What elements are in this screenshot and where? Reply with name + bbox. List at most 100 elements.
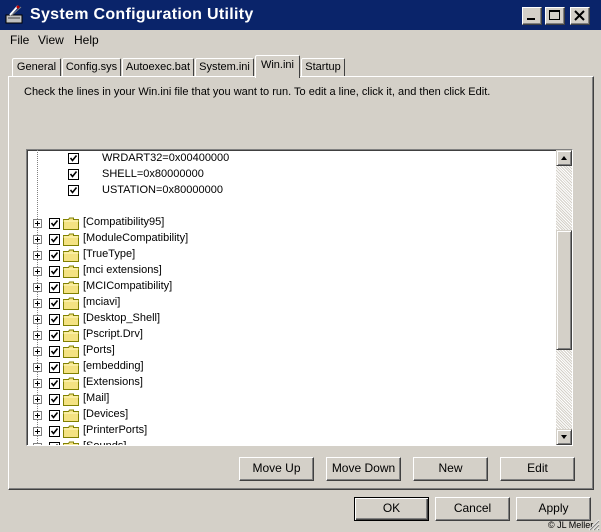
move-down-button[interactable]: Move Down [326,457,401,481]
folder-icon [63,377,79,390]
tab-general[interactable]: General [12,58,61,76]
folder-icon [63,281,79,294]
expand-button[interactable] [33,363,42,372]
plus-icon [35,269,40,274]
list-item[interactable]: [Extensions] [27,375,555,391]
resize-grip-icon[interactable] [588,519,600,531]
section-checkbox[interactable] [49,250,60,261]
section-text: [Devices] [83,408,129,420]
folder-icon [63,297,79,310]
section-text: [Sounds] [83,440,127,446]
expand-button[interactable] [33,219,42,228]
section-text: [TrueType] [83,248,136,260]
list-item[interactable]: WRDART32=0x00400000 [27,151,555,167]
section-checkbox[interactable] [49,410,60,421]
checkmark-icon [50,220,59,227]
plus-icon [35,301,40,306]
section-checkbox[interactable] [49,266,60,277]
tab-config-sys[interactable]: Config.sys [62,58,121,76]
new-button[interactable]: New [413,457,488,481]
line-checkbox[interactable] [68,169,79,180]
expand-button[interactable] [33,283,42,292]
title-bar[interactable]: System Configuration Utility [0,0,601,30]
list-item[interactable]: [Pscript.Drv] [27,327,555,343]
section-checkbox[interactable] [49,314,60,325]
list-item[interactable]: [Ports] [27,343,555,359]
list-item[interactable]: [Compatibility95] [27,215,555,231]
folder-icon [63,313,79,326]
checkmark-icon [50,412,59,419]
expand-button[interactable] [33,427,42,436]
section-checkbox[interactable] [49,394,60,405]
move-up-button[interactable]: Move Up [239,457,314,481]
line-checkbox[interactable] [68,153,79,164]
list-item[interactable]: [ModuleCompatibility] [27,231,555,247]
section-checkbox[interactable] [49,234,60,245]
menu-help[interactable]: Help [74,33,99,47]
expand-button[interactable] [33,443,42,446]
menu-view[interactable]: View [38,33,64,47]
list-item[interactable]: [Desktop_Shell] [27,311,555,327]
list-item[interactable]: [mciavi] [27,295,555,311]
section-checkbox[interactable] [49,362,60,373]
list-item[interactable]: [TrueType] [27,247,555,263]
close-button[interactable] [570,7,590,25]
expand-button[interactable] [33,411,42,420]
section-text: [mciavi] [83,296,121,308]
apply-button[interactable]: Apply [516,497,591,521]
checkmark-icon [50,284,59,291]
checkmark-icon [50,268,59,275]
list-item[interactable]: [PrinterPorts] [27,423,555,439]
expand-button[interactable] [33,315,42,324]
section-checkbox[interactable] [49,442,60,445]
tab-autoexec-bat[interactable]: Autoexec.bat [122,58,194,76]
line-checkbox[interactable] [68,185,79,196]
checkmark-icon [50,332,59,339]
folder-icon [63,393,79,406]
tab-system-ini[interactable]: System.ini [195,58,254,76]
expand-button[interactable] [33,235,42,244]
list-item[interactable]: [MCICompatibility] [27,279,555,295]
section-checkbox[interactable] [49,282,60,293]
list-item[interactable]: [Sounds] [27,439,555,446]
section-checkbox[interactable] [49,330,60,341]
cancel-button[interactable]: Cancel [435,497,510,521]
expand-button[interactable] [33,331,42,340]
win-ini-list[interactable]: WRDART32=0x00400000 SHELL=0x80000000 USTAT… [26,149,573,446]
scroll-down-button[interactable] [556,429,572,445]
section-checkbox[interactable] [49,346,60,357]
section-checkbox[interactable] [49,298,60,309]
list-item[interactable]: [mci extensions] [27,263,555,279]
section-checkbox[interactable] [49,378,60,389]
edit-button[interactable]: Edit [500,457,575,481]
tab-win-ini[interactable]: Win.ini [255,55,300,78]
system-config-app-icon [5,5,23,24]
section-checkbox[interactable] [49,218,60,229]
expand-button[interactable] [33,395,42,404]
expand-button[interactable] [33,267,42,276]
scroll-thumb[interactable] [556,230,572,351]
list-item[interactable]: USTATION=0x80000000 [27,183,555,199]
expand-button[interactable] [33,379,42,388]
section-text: [Compatibility95] [83,216,165,228]
section-text: [MCICompatibility] [83,280,173,292]
section-checkbox[interactable] [49,426,60,437]
expand-button[interactable] [33,347,42,356]
maximize-button[interactable] [545,7,565,25]
list-item[interactable]: [Mail] [27,391,555,407]
list-item[interactable]: SHELL=0x80000000 [27,167,555,183]
vertical-scrollbar[interactable] [556,150,572,445]
list-item[interactable]: [Devices] [27,407,555,423]
plus-icon [33,443,42,446]
tab-startup[interactable]: Startup [301,58,345,76]
line-text: SHELL=0x80000000 [102,168,204,180]
list-item[interactable]: [embedding] [27,359,555,375]
menu-file[interactable]: File [10,33,29,47]
ok-button[interactable]: OK [354,497,429,521]
expand-button[interactable] [33,299,42,308]
minimize-button[interactable] [522,7,542,25]
checkmark-icon [50,252,59,259]
scroll-up-button[interactable] [556,150,572,166]
expand-button[interactable] [33,251,42,260]
checkmark-icon [50,236,59,243]
